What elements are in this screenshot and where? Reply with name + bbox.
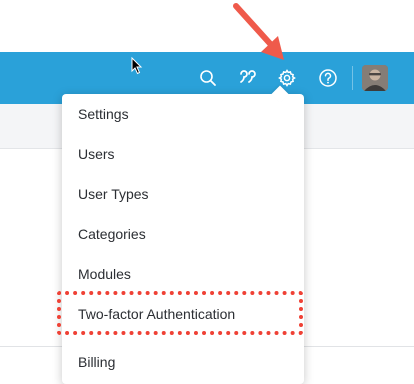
menu-item-categories[interactable]: Categories — [62, 214, 304, 254]
menu-item-billing[interactable]: Billing — [62, 342, 304, 382]
menu-item-two-factor-authentication[interactable]: Two-factor Authentication — [62, 294, 304, 334]
help-icon[interactable] — [316, 66, 340, 90]
menu-item-modules[interactable]: Modules — [62, 254, 304, 294]
toolbar-divider — [352, 66, 353, 90]
mouse-cursor-icon — [131, 56, 143, 80]
menu-item-users[interactable]: Users — [62, 134, 304, 174]
user-avatar[interactable] — [362, 65, 388, 91]
annotation-arrow-icon — [222, 0, 292, 75]
settings-dropdown-menu: Settings Users User Types Categories Mod… — [62, 94, 304, 384]
search-icon[interactable] — [196, 66, 220, 90]
menu-item-user-types[interactable]: User Types — [62, 174, 304, 214]
menu-item-settings[interactable]: Settings — [62, 94, 304, 134]
